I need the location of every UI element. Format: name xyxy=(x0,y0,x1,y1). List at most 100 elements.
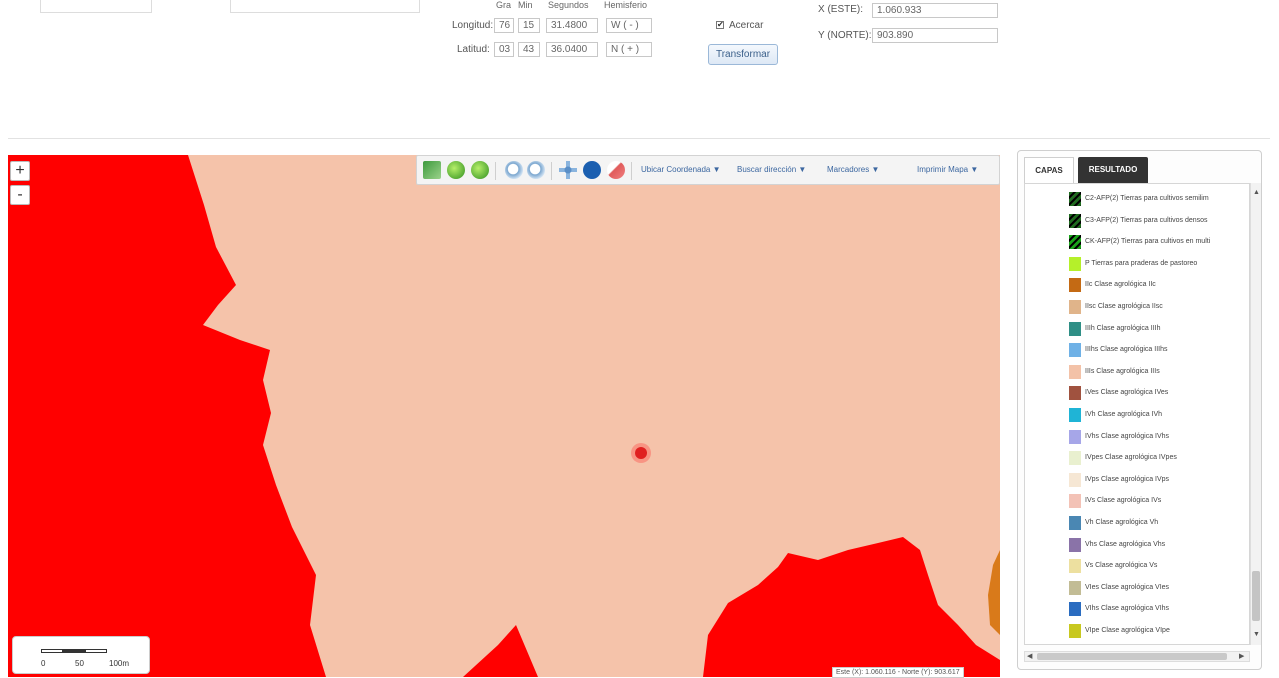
layer-item[interactable]: IVs Clase agrológica IVs xyxy=(1069,494,1249,514)
vertical-scroll-thumb[interactable] xyxy=(1252,571,1260,621)
layer-item[interactable]: IIIh Clase agrológica IIIh xyxy=(1069,321,1249,342)
menu-ubicar-coordenada[interactable]: Ubicar Coordenada ▼ xyxy=(641,165,721,174)
zoom-in-button[interactable]: + xyxy=(10,161,30,181)
layer-label: IVh Clase agrológica IVh xyxy=(1085,411,1163,418)
color-swatch-icon xyxy=(1069,472,1081,487)
tab-capas[interactable]: CAPAS xyxy=(1024,157,1074,183)
color-swatch-icon xyxy=(1069,624,1081,638)
layer-label: IIIs Clase agrológica IIIs xyxy=(1085,367,1160,375)
layer-item[interactable]: VIhs Clase agrológica VIhs xyxy=(1069,602,1249,622)
longitud-hemisphere-select[interactable]: W ( - ) xyxy=(606,18,652,33)
red-zone-left xyxy=(8,155,326,677)
latitud-minutes-input[interactable]: 43 xyxy=(518,42,540,57)
info-icon[interactable] xyxy=(583,161,601,179)
color-swatch-icon xyxy=(1069,516,1081,530)
color-swatch-icon xyxy=(1069,256,1081,271)
globe-green-2-icon[interactable] xyxy=(471,161,489,179)
top-mid-field[interactable] xyxy=(230,0,420,13)
top-left-field[interactable] xyxy=(40,0,152,13)
hatched-swatch-icon xyxy=(1069,192,1081,206)
layer-item[interactable]: IVh Clase agrológica IVh xyxy=(1069,408,1249,428)
layer-item[interactable]: IVhs Clase agrológica IVhs xyxy=(1069,429,1249,450)
layer-label: IIIh Clase agrológica IIIh xyxy=(1085,324,1161,332)
map-toolbar: Ubicar Coordenada ▼ Buscar dirección ▼ M… xyxy=(416,155,1000,185)
layer-label: C3-AFP(2) Tierras para cultivos densos xyxy=(1085,216,1208,224)
scale-label-50: 50 xyxy=(75,659,84,668)
horizontal-scroll-thumb[interactable] xyxy=(1037,653,1227,660)
scroll-down-arrow[interactable]: ▼ xyxy=(1253,631,1260,638)
layer-item[interactable]: IIsc Clase agrológica IIsc xyxy=(1069,300,1249,320)
globe-green-icon[interactable] xyxy=(447,161,465,179)
latitud-seconds-input[interactable]: 36.0400 xyxy=(546,42,598,57)
layer-label: C2-AFP(2) Tierras para cultivos semilim xyxy=(1085,195,1209,202)
vertical-scrollbar[interactable]: ▲ ▼ xyxy=(1250,183,1261,645)
layer-label: Vhs Clase agrológica Vhs xyxy=(1085,540,1166,548)
horizontal-scrollbar[interactable]: ◀ ▶ xyxy=(1024,651,1250,662)
eraser-icon[interactable] xyxy=(607,161,625,179)
pan-move-icon[interactable] xyxy=(559,161,577,179)
layer-item[interactable]: C3-AFP(2) Tierras para cultivos densos xyxy=(1069,213,1249,234)
layer-label: IVs Clase agrológica IVs xyxy=(1085,497,1162,505)
land-class-polygons xyxy=(8,155,1000,677)
transform-button[interactable]: Transformar xyxy=(708,44,778,65)
layer-label: CK-AFP(2) Tierras para cultivos en multi xyxy=(1085,238,1211,246)
layer-item[interactable]: IVes Clase agrológica IVes xyxy=(1069,386,1249,406)
este-output[interactable]: 1.060.933 xyxy=(872,3,998,18)
layer-label: VIes Clase agrológica VIes xyxy=(1085,583,1170,591)
layer-item[interactable]: VIes Clase agrológica VIes xyxy=(1069,580,1249,601)
layer-item[interactable]: IIc Clase agrológica IIc xyxy=(1069,278,1249,298)
color-swatch-icon xyxy=(1069,537,1081,552)
layer-item[interactable]: Vh Clase agrológica Vh xyxy=(1069,516,1249,536)
layer-item[interactable]: CK-AFP(2) Tierras para cultivos en multi xyxy=(1069,235,1249,255)
color-swatch-icon xyxy=(1069,429,1081,444)
este-label: X (ESTE): xyxy=(818,4,864,15)
coordinate-transform-form: Gra Min Segundos Hemisferio Longitud: 76… xyxy=(0,0,1279,138)
scroll-left-arrow[interactable]: ◀ xyxy=(1027,652,1032,660)
hatched-swatch-icon xyxy=(1069,213,1081,228)
acercar-checkbox[interactable]: ✔ xyxy=(716,21,724,29)
color-swatch-icon xyxy=(1069,300,1081,314)
color-swatch-icon xyxy=(1069,408,1081,422)
tab-resultado[interactable]: RESULTADO xyxy=(1078,157,1148,183)
color-swatch-icon xyxy=(1069,494,1081,509)
color-swatch-icon xyxy=(1069,580,1081,595)
orange-zone-right xyxy=(988,550,1000,635)
menu-buscar-direccion[interactable]: Buscar dirección ▼ xyxy=(737,165,806,174)
layer-item[interactable]: P Tierras para praderas de pastoreo xyxy=(1069,256,1249,277)
scale-label-0: 0 xyxy=(41,659,46,668)
layer-item[interactable]: C2-AFP(2) Tierras para cultivos semilim xyxy=(1069,192,1249,212)
scroll-up-arrow[interactable]: ▲ xyxy=(1253,189,1260,196)
norte-output[interactable]: 903.890 xyxy=(872,28,998,43)
color-swatch-icon xyxy=(1069,386,1081,401)
menu-marcadores[interactable]: Marcadores ▼ xyxy=(827,165,879,174)
latitud-degrees-input[interactable]: 03 xyxy=(494,42,514,57)
scroll-right-arrow[interactable]: ▶ xyxy=(1239,652,1244,660)
layer-item[interactable]: IVps Clase agrológica IVps xyxy=(1069,472,1249,493)
location-marker xyxy=(635,447,647,459)
longitud-minutes-input[interactable]: 15 xyxy=(518,18,540,33)
longitud-seconds-input[interactable]: 31.4800 xyxy=(546,18,598,33)
layer-item[interactable]: IVpes Clase agrológica IVpes xyxy=(1069,451,1249,471)
latitud-hemisphere-select[interactable]: N ( + ) xyxy=(606,42,652,57)
toolbar-separator xyxy=(551,162,552,180)
zoom-out-button[interactable]: - xyxy=(10,185,30,205)
layer-item[interactable]: IIIs Clase agrológica IIIs xyxy=(1069,364,1249,385)
longitud-label: Longitud: xyxy=(452,20,494,31)
layer-item[interactable]: IIIhs Clase agrológica IIIhs xyxy=(1069,343,1249,363)
layer-item[interactable]: Vs Clase agrológica Vs xyxy=(1069,559,1249,579)
map-layers-icon[interactable] xyxy=(423,161,441,179)
layer-label: VIhs Clase agrológica VIhs xyxy=(1085,605,1170,613)
color-swatch-icon xyxy=(1069,321,1081,336)
zoom-in-icon[interactable] xyxy=(505,161,523,179)
longitud-degrees-input[interactable]: 76 xyxy=(494,18,514,33)
layer-label: Vs Clase agrológica Vs xyxy=(1085,562,1158,570)
map-canvas[interactable]: + - 0 50 100m xyxy=(8,155,1000,677)
layer-label: IIc Clase agrológica IIc xyxy=(1085,281,1156,289)
zoom-out-icon[interactable] xyxy=(527,161,545,179)
layer-item[interactable]: VIpe Clase agrológica VIpe xyxy=(1069,624,1249,644)
layer-item[interactable]: Vhs Clase agrológica Vhs xyxy=(1069,537,1249,558)
norte-label: Y (NORTE): xyxy=(818,30,872,41)
menu-imprimir-mapa[interactable]: Imprimir Mapa ▼ xyxy=(917,165,978,174)
color-swatch-icon xyxy=(1069,364,1081,379)
layer-label: IIIhs Clase agrológica IIIhs xyxy=(1085,346,1168,354)
